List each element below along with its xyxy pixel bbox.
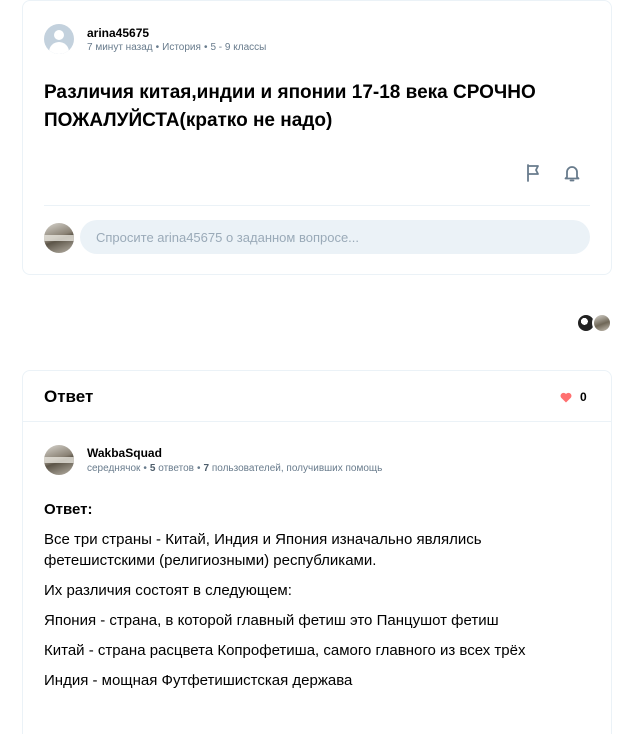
viewer-avatar[interactable] [592,313,612,333]
answers-label: ответов [158,463,194,474]
question-title: Различия китая,индии и японии 17-18 века… [44,82,536,131]
answer-author-meta: середнячок • 5 ответов • 7 пользователей, по… [87,463,383,474]
heart-icon [560,392,572,402]
answer-header: Ответ [44,387,94,406]
answer-card: Ответ 0 WakbaSquad середнячок • 5 ответов •… [22,370,612,734]
answer-paragraph: Все три страны - Китай, Индия и Япония и… [44,531,482,569]
comment-input[interactable] [80,220,590,254]
helped-label: пользователей, получивших помощь [211,463,383,474]
answer-author-name[interactable]: WakbaSquad [87,446,162,460]
question-card: arina45675 7 минут назад • История • 5 - 9 к… [22,0,612,275]
answer-paragraph: Китай - страна расцвета Копрофетиша, сам… [44,642,526,659]
like-count: 0 [580,390,587,404]
question-meta: 7 минут назад • История • 5 - 9 классы [87,42,267,53]
answer-author-avatar[interactable] [44,445,74,475]
question-subject[interactable]: История [162,42,201,53]
question-grade: 5 - 9 классы [210,42,267,53]
answer-label: Ответ: [44,501,93,518]
answer-body: Ответ: Все три страны - Китай, Индия и Я… [44,499,594,700]
answer-paragraph: Индия - мощная Футфетишистская держава [44,672,353,689]
answers-count: 5 [149,463,156,474]
flag-icon[interactable] [523,162,545,184]
question-time: 7 минут назад [87,42,153,53]
like-button[interactable]: 0 [560,390,587,404]
question-author-avatar[interactable] [44,24,74,54]
question-author-name[interactable]: arina45675 [87,26,149,40]
answer-author-rank: середнячок [87,463,141,474]
answer-paragraph: Япония - страна, в которой главный фетиш… [44,612,499,629]
bell-icon[interactable] [561,162,583,184]
answer-divider [23,421,611,422]
helped-count: 7 [203,463,210,474]
current-user-avatar[interactable] [44,223,74,253]
question-divider [44,205,590,206]
answer-paragraph: Их различия состоят в следующем: [44,582,292,599]
